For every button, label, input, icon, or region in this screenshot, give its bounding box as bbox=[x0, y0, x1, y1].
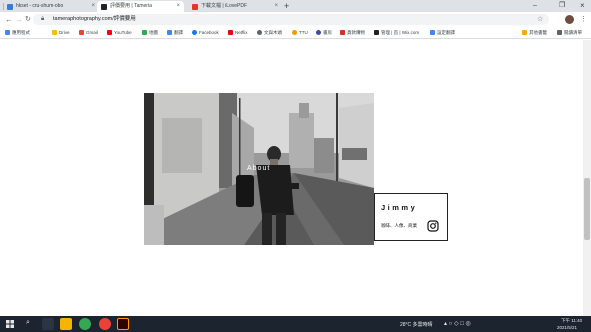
bookmark-gmail[interactable]: Gmail bbox=[79, 27, 98, 38]
bookmark-drive[interactable]: Drive bbox=[52, 27, 70, 38]
tab-3-title: 下載文檔 | iLovePDF bbox=[201, 3, 248, 9]
reading-list-icon bbox=[557, 30, 562, 35]
weather-status[interactable]: 28°C 多雲時晴 bbox=[400, 321, 433, 328]
bookmark-translate-settings[interactable]: 設定翻譯 bbox=[430, 27, 455, 38]
browser-menu-icon[interactable]: ⋮ bbox=[580, 12, 587, 27]
tab-2[interactable]: 評價要用 | Tameria × bbox=[97, 1, 184, 12]
photographer-name: Jimmy bbox=[381, 203, 418, 212]
file-explorer-icon[interactable] bbox=[60, 318, 72, 330]
chrome-icon[interactable] bbox=[99, 318, 111, 330]
netflix-icon bbox=[228, 30, 233, 35]
search-icon[interactable]: ⌕ bbox=[26, 319, 30, 327]
bookmark-shopping[interactable]: 貨款購物 bbox=[340, 27, 365, 38]
profile-avatar[interactable] bbox=[565, 15, 574, 24]
translate-icon bbox=[167, 30, 172, 35]
globe-icon bbox=[257, 30, 262, 35]
tab-2-close-icon[interactable]: × bbox=[176, 1, 180, 12]
tab-3[interactable]: 下載文檔 | iLovePDF × bbox=[188, 1, 282, 12]
photographer-tags: 咖啡、人像、商業 bbox=[381, 223, 417, 228]
minimize-button[interactable]: – bbox=[533, 0, 537, 12]
lock-icon: 🔒︎ bbox=[41, 16, 45, 22]
tab-1-title: hkset - cru-shum-obo bbox=[16, 3, 64, 9]
clock-time[interactable]: 下午 11:40 bbox=[561, 318, 582, 324]
bookmark-ttu[interactable]: TTU bbox=[292, 27, 308, 38]
reload-button[interactable]: ↻ bbox=[25, 12, 31, 27]
instagram-icon[interactable] bbox=[427, 220, 439, 232]
ttu-icon bbox=[292, 30, 297, 35]
tab-2-title: 評價要用 | Tameria bbox=[110, 3, 152, 9]
address-bar[interactable]: 🔒︎ tameraphotography.com/評價要用 bbox=[33, 14, 549, 25]
bookmark-maps[interactable]: 地圖 bbox=[142, 27, 158, 38]
bookmark-facebook[interactable]: Facebook bbox=[192, 27, 219, 38]
bookmark-star-icon[interactable]: ☆ bbox=[537, 12, 543, 27]
bookmark-wood[interactable]: 文與木頭 bbox=[257, 27, 282, 38]
bookmark-apps[interactable]: 應用程式 bbox=[5, 27, 30, 38]
wix-favicon-icon bbox=[7, 4, 13, 10]
tab-1[interactable]: hkset - cru-shum-obo × bbox=[3, 1, 99, 12]
wix-icon bbox=[374, 30, 379, 35]
study-icon bbox=[316, 30, 321, 35]
apps-grid-icon bbox=[5, 30, 10, 35]
tray-icons[interactable]: ▴ ○ ◇ □ ◎ bbox=[444, 320, 471, 327]
browser-toolbar: ← → ↻ 🔒︎ tameraphotography.com/評價要用 ☆ ⋮ bbox=[0, 12, 591, 27]
bookmark-netflix[interactable]: Netflix bbox=[228, 27, 248, 38]
translate-settings-icon bbox=[430, 30, 435, 35]
about-label[interactable]: About bbox=[247, 165, 270, 172]
windows-taskbar: ⌕ 28°C 多雲時晴 ▴ ○ ◇ □ ◎ 下午 11:40 2021/5/21 bbox=[0, 316, 591, 332]
scrollbar-thumb[interactable] bbox=[584, 178, 590, 240]
tab-strip: hkset - cru-shum-obo × 評價要用 | Tameria × … bbox=[0, 0, 591, 12]
illustrator-icon[interactable] bbox=[117, 318, 129, 330]
forward-button[interactable]: → bbox=[15, 12, 23, 27]
clock-date[interactable]: 2021/5/21 bbox=[557, 325, 577, 330]
bookmark-other[interactable]: 其他書籤 bbox=[522, 27, 547, 38]
bookmark-reading-list[interactable]: 閱讀清單 bbox=[557, 27, 582, 38]
bookmark-translate[interactable]: 翻譯 bbox=[167, 27, 183, 38]
ilovepdf-favicon-icon bbox=[192, 4, 198, 10]
facebook-icon bbox=[192, 30, 197, 35]
line-app-icon[interactable] bbox=[79, 318, 91, 330]
tameria-favicon-icon bbox=[101, 4, 107, 10]
task-view-icon[interactable] bbox=[42, 318, 54, 330]
bookmark-wix[interactable]: 管理 | 首 | Wix.com bbox=[374, 27, 419, 38]
bookmark-study[interactable]: 書房 bbox=[316, 27, 332, 38]
folder-icon bbox=[522, 30, 527, 35]
tab-3-close-icon[interactable]: × bbox=[274, 1, 278, 12]
youtube-icon bbox=[107, 30, 112, 35]
tab-1-close-icon[interactable]: × bbox=[91, 1, 95, 12]
shopping-icon bbox=[340, 30, 345, 35]
page-scrollbar[interactable] bbox=[583, 40, 591, 316]
windows-start-icon[interactable] bbox=[6, 320, 14, 328]
maps-icon bbox=[142, 30, 147, 35]
profile-card: Jimmy 咖啡、人像、商業 bbox=[374, 193, 448, 241]
drive-icon bbox=[52, 30, 57, 35]
maximize-button[interactable]: ❐ bbox=[559, 0, 565, 12]
bookmarks-bar: 應用程式 Drive Gmail YouTube 地圖 翻譯 Facebook … bbox=[0, 27, 591, 39]
new-tab-button[interactable]: + bbox=[284, 0, 289, 12]
bookmark-youtube[interactable]: YouTube bbox=[107, 27, 132, 38]
address-url[interactable]: tameraphotography.com/評價要用 bbox=[53, 14, 136, 25]
gmail-icon bbox=[79, 30, 84, 35]
close-window-button[interactable]: × bbox=[580, 0, 585, 12]
back-button[interactable]: ← bbox=[5, 12, 13, 27]
